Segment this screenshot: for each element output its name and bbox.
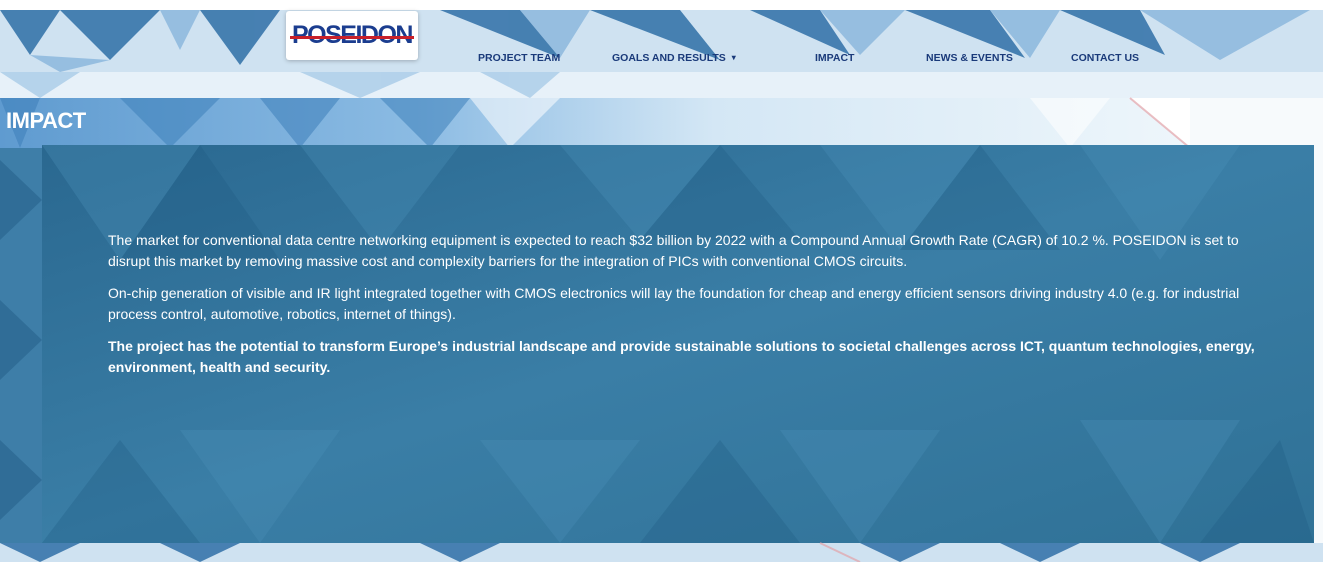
page-title: IMPACT — [6, 108, 86, 133]
logo-strike-line — [290, 36, 414, 39]
nav-item-project-team[interactable]: PROJECT TEAM — [478, 52, 560, 64]
nav-item-impact[interactable]: IMPACT — [815, 52, 854, 64]
nav-item-label: GOALS AND RESULTS — [612, 52, 726, 64]
market-paragraph: The market for conventional data centre … — [108, 232, 1239, 269]
sensors-paragraph: On-chip generation of visible and IR lig… — [108, 285, 1240, 322]
nav-item-label: CONTACT US — [1071, 52, 1140, 64]
main-navigation: PROJECT TEAM GOALS AND RESULTS ▾ IMPACT N… — [0, 52, 1323, 68]
potential-paragraph: The project has the potential to transfo… — [108, 338, 1255, 375]
logo-wordmark: POSEIDON — [290, 21, 414, 49]
nav-item-contact-us[interactable]: CONTACT US — [1071, 52, 1139, 64]
nav-item-news-events[interactable]: NEWS & EVENTS — [926, 52, 1013, 64]
nav-item-label: NEWS & EVENTS — [926, 52, 1013, 64]
logo-text: POSEIDON — [292, 21, 413, 49]
nav-item-label: PROJECT TEAM — [478, 52, 561, 64]
chevron-down-icon: ▾ — [731, 53, 736, 62]
nav-item-goals-and-results[interactable]: GOALS AND RESULTS ▾ — [612, 52, 736, 64]
impact-content: The market for conventional data centre … — [108, 230, 1258, 389]
nav-item-label: IMPACT — [815, 52, 855, 64]
